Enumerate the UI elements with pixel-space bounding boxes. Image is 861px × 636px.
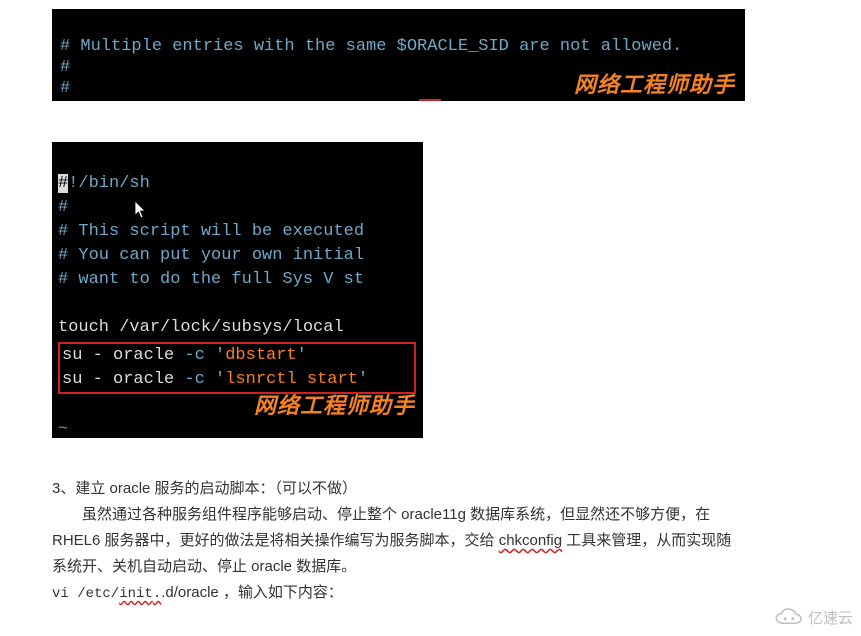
oratab-line1: # Multiple entries with the same $ORACLE… <box>60 37 682 56</box>
comment-line: # This script will be executed <box>58 222 364 241</box>
spellcheck-word: chkconfig <box>499 532 562 549</box>
step-3-heading: 3、建立 oracle 服务的启动脚本：（可以不做） <box>52 476 732 502</box>
su-opt-1: -c ' <box>184 346 225 365</box>
quote-tail: ' <box>358 370 368 389</box>
site-name: 亿速云 <box>808 607 853 628</box>
su-cmd-1: su - oracle <box>62 346 184 365</box>
oratab-autostart-flag: Y <box>419 99 441 101</box>
hash-highlight: # <box>58 174 68 193</box>
shebang: !/bin/sh <box>68 174 150 193</box>
highlighted-commands: su - oracle -c 'dbstart' su - oracle -c … <box>58 342 416 394</box>
site-watermark: 亿速云 <box>774 607 853 628</box>
article-body: 3、建立 oracle 服务的启动脚本：（可以不做） 虽然通过各种服务组件程序能… <box>52 476 732 607</box>
comment-line: # <box>58 198 68 217</box>
cloud-icon <box>774 608 804 628</box>
oratab-line2: # <box>60 58 70 77</box>
oratab-line3: # <box>60 79 70 98</box>
touch-cmd: touch /var/lock/subsys/local <box>58 318 344 337</box>
vi-tilde: ~ <box>58 420 68 438</box>
comment-line: # want to do the full Sys V st <box>58 270 364 289</box>
paragraph: 虽然通过各种服务组件程序能够启动、停止整个 oracle11g 数据库系统，但显… <box>52 502 732 580</box>
comment-line: # You can put your own initial <box>58 246 364 265</box>
dbstart-cmd: dbstart <box>225 346 296 365</box>
su-cmd-2: su - oracle <box>62 370 184 389</box>
su-opt-2: -c ' <box>184 370 225 389</box>
text-run: .d/oracle ，输入如下内容： <box>161 584 343 601</box>
terminal-rclocal: #!/bin/sh # # This script will be execut… <box>52 142 423 438</box>
watermark-label: 网络工程师助手 <box>254 394 415 418</box>
spellcheck-dot: . <box>153 586 161 602</box>
spellcheck-word: init <box>119 586 153 602</box>
watermark-label: 网络工程师助手 <box>574 74 735 95</box>
paragraph: vi /etc/init..d/oracle ，输入如下内容： <box>52 580 732 607</box>
code-run: vi /etc/ <box>52 586 119 602</box>
terminal-oratab: # Multiple entries with the same $ORACLE… <box>52 9 745 101</box>
lsnrctl-cmd: lsnrctl start <box>225 370 358 389</box>
quote-tail: ' <box>297 346 307 365</box>
